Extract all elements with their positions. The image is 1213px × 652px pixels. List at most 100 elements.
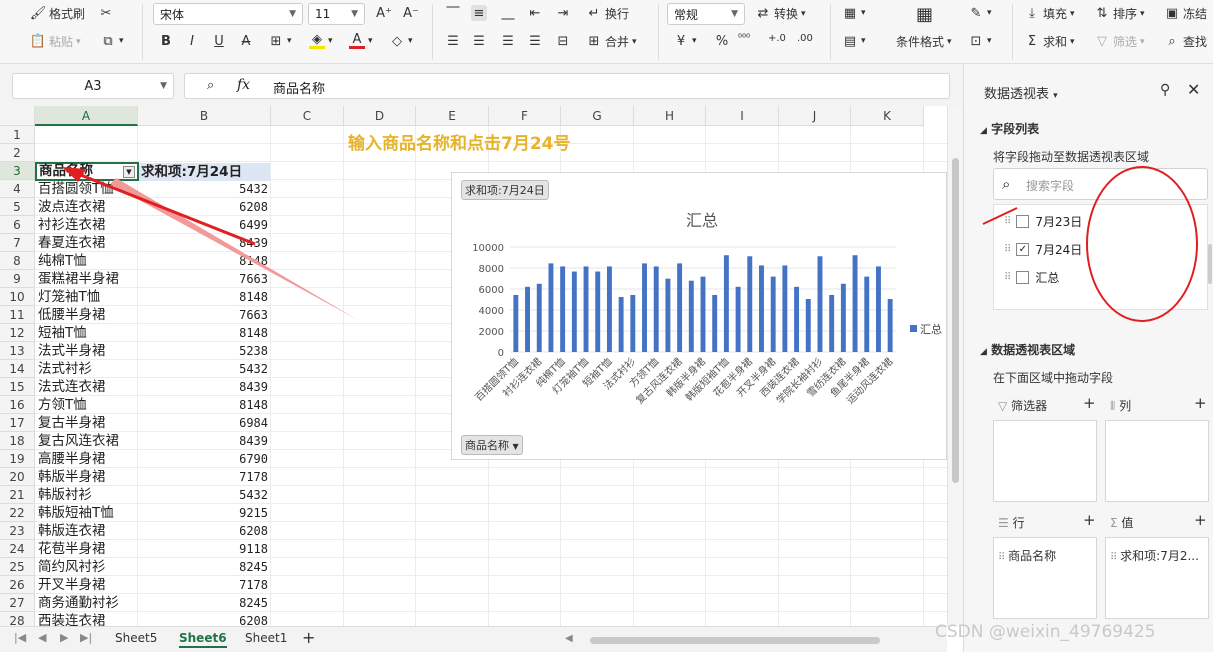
column-header-h[interactable]: H [634,106,706,126]
field-item[interactable]: ⠿ 汇总 [1004,269,1059,286]
fill-button[interactable]: ⤓ 填充 ▾ [1024,5,1074,22]
pivot-row-label[interactable]: 波点连衣裙 [38,198,138,216]
distribute-button[interactable]: ⊟ [555,33,571,49]
pivot-row-label[interactable]: 法式半身裙 [38,342,138,360]
row-header-9[interactable]: 9 [0,270,35,288]
row-header-19[interactable]: 19 [0,450,35,468]
filter-drop-area[interactable] [993,420,1097,502]
field-checkbox[interactable]: ✓ [1016,243,1030,256]
function-icon[interactable]: fx [237,77,250,93]
pivot-value-cell[interactable]: 9118 [140,540,268,558]
pin-icon[interactable]: ⚲ [1160,82,1170,98]
pivot-row-label[interactable]: 短袖T恤 [38,324,138,342]
column-header-d[interactable]: D [344,106,416,126]
pivot-row-label[interactable]: 复古半身裙 [38,414,138,432]
row-header-7[interactable]: 7 [0,234,35,252]
pivot-value-cell[interactable]: 8148 [140,288,268,306]
find-button[interactable]: ⌕ 查找 [1164,33,1207,50]
pivot-value-cell[interactable]: 5432 [140,180,268,198]
pivot-value-cell[interactable]: 6790 [140,450,268,468]
row-header-26[interactable]: 26 [0,576,35,594]
pivot-row-label[interactable]: 商务通勤衬衫 [38,594,138,612]
pivot-value-cell[interactable]: 8439 [140,234,268,252]
field-checkbox[interactable] [1016,271,1030,284]
align-right-button[interactable]: ☰ [500,33,516,49]
close-icon[interactable]: ✕ [1187,80,1200,99]
pivot-value-cell[interactable]: 6208 [140,612,268,626]
wrap-text-button[interactable]: ↵ 换行 [586,5,629,22]
fill-color-button[interactable]: ◈ ▾ [309,32,333,49]
last-sheet-icon[interactable]: ▶| [80,631,92,644]
pivot-areas-section[interactable]: ◢ 数据透视表区域 [980,341,1075,358]
pivot-row-label[interactable]: 韩版半身裙 [38,468,138,486]
format-cells-button[interactable]: ✎ ▾ [968,5,992,21]
panel-title[interactable]: 数据透视表 ▾ [984,83,1058,102]
pivot-value-cell[interactable]: 5238 [140,342,268,360]
pivot-row-label[interactable]: 春夏连衣裙 [38,234,138,252]
horizontal-scrollbar-thumb[interactable] [590,637,880,644]
pivot-value-cell[interactable]: 7663 [140,270,268,288]
value-field-item[interactable]: ⠿ 求和项:7月2... [1110,547,1199,564]
decrease-font-button[interactable]: A⁻ [403,5,419,21]
pivot-value-cell[interactable]: 6984 [140,414,268,432]
add-column-icon[interactable]: + [1194,394,1207,412]
copy-button[interactable]: ⧉ ▾ [100,33,123,49]
prev-sheet-icon[interactable]: ◀ [38,631,46,644]
number-format-select[interactable]: 常规 ▼ [667,3,745,25]
row-header-3[interactable]: 3 [0,162,35,180]
pivot-row-label[interactable]: 花苞半身裙 [38,540,138,558]
pivot-value-cell[interactable]: 7178 [140,468,268,486]
remove-decimal-button[interactable]: .00 [797,33,813,44]
justify-button[interactable]: ☰ [527,33,543,49]
column-header-i[interactable]: I [706,106,779,126]
scroll-left-icon[interactable]: ◀ [565,633,573,644]
align-center-button[interactable]: ☰ [471,33,487,49]
row-field-item[interactable]: ⠿ 商品名称 [998,547,1056,564]
pivot-value-cell[interactable]: 8148 [140,252,268,270]
pivot-row-label[interactable]: 韩版连衣裙 [38,522,138,540]
font-name-select[interactable]: 宋体 ▼ [153,3,303,25]
row-header-22[interactable]: 22 [0,504,35,522]
paste-button[interactable]: 📋 粘贴 ▾ [30,33,81,50]
decrease-indent-button[interactable]: ⇤ [527,5,543,21]
rows-drop-area[interactable]: ⠿ 商品名称 [993,537,1097,619]
pivot-value-cell[interactable]: 5432 [140,360,268,378]
convert-button[interactable]: ⇄ 转换 ▾ [755,5,806,22]
vertical-scrollbar[interactable] [947,106,963,626]
merge-button[interactable]: ⊞ 合并 ▾ [586,33,637,50]
row-header-4[interactable]: 4 [0,180,35,198]
pivot-row-label[interactable]: 方领T恤 [38,396,138,414]
row-header-20[interactable]: 20 [0,468,35,486]
name-box[interactable]: A3 ▼ [12,73,174,99]
row-header-1[interactable]: 1 [0,126,35,144]
column-header-j[interactable]: J [779,106,851,126]
format-painter-button[interactable]: 🖌 格式刷 [30,5,85,22]
pivot-value-cell[interactable]: 8439 [140,432,268,450]
row-header-18[interactable]: 18 [0,432,35,450]
column-header-c[interactable]: C [271,106,344,126]
pivot-value-cell[interactable]: 8148 [140,324,268,342]
pivot-value-cell[interactable]: 8148 [140,396,268,414]
column-header-a[interactable]: A [35,106,138,126]
first-sheet-icon[interactable]: |◀ [14,631,26,644]
row-header-25[interactable]: 25 [0,558,35,576]
add-filter-icon[interactable]: + [1083,394,1096,412]
tab-sheet1[interactable]: Sheet1 [245,631,287,645]
pivot-value-cell[interactable]: 8245 [140,594,268,612]
pivot-value-cell[interactable]: 6499 [140,216,268,234]
pivot-value-cell[interactable]: 7663 [140,306,268,324]
sum-button[interactable]: Σ 求和 ▾ [1024,33,1075,50]
align-left-button[interactable]: ☰ [445,33,461,49]
scrollbar-thumb[interactable] [952,158,959,483]
pivot-value-cell[interactable]: 6208 [140,522,268,540]
column-header-e[interactable]: E [416,106,489,126]
pivot-value-cell[interactable]: 9215 [140,504,268,522]
column-header-b[interactable]: B [138,106,271,126]
row-header-24[interactable]: 24 [0,540,35,558]
align-middle-button[interactable]: ≡ [471,5,487,21]
filter-button[interactable]: ▽ 筛选 ▾ [1094,33,1145,50]
pivot-row-label[interactable]: 韩版短袖T恤 [38,504,138,522]
pivot-chart[interactable]: 求和项:7月24日 汇总 0 2000 4000 6000 8000 10000 百搭圆领T… [451,172,947,460]
row-header-13[interactable]: 13 [0,342,35,360]
pivot-row-label[interactable]: 法式连衣裙 [38,378,138,396]
